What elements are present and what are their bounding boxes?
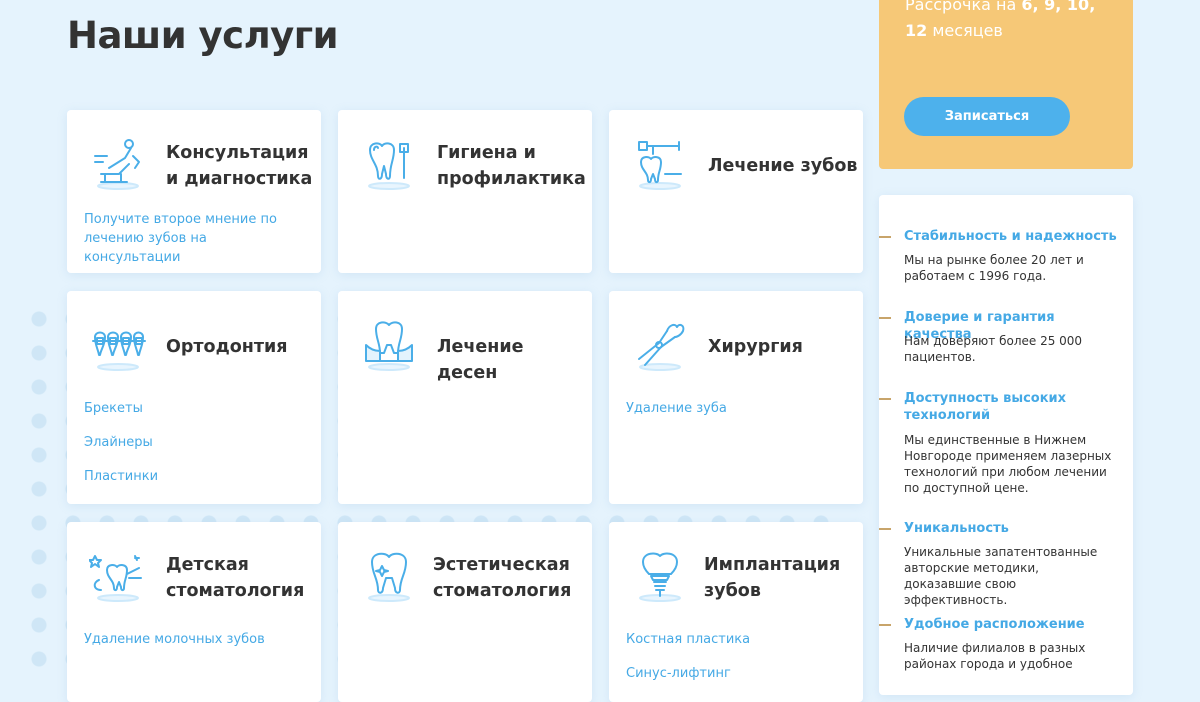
service-card-consultation[interactable]: Консультация и диагностика Получите втор… — [67, 110, 321, 273]
service-links: Брекеты Элайнеры Пластинки — [84, 392, 158, 494]
dash-marker — [879, 317, 891, 319]
service-links: Удаление молочных зубов — [84, 623, 265, 657]
forceps-icon — [631, 315, 689, 373]
service-card-treatment[interactable]: Лечение зубов — [609, 110, 863, 273]
tooth-fairy-icon — [88, 546, 147, 604]
service-title: Лечение десен — [437, 337, 524, 383]
service-title: Хирургия — [708, 337, 803, 357]
braces-icon — [89, 315, 147, 373]
advantages-panel: Стабильность и надежность Мы на рынке бо… — [879, 195, 1133, 695]
dash-marker — [879, 236, 891, 238]
service-card-implant[interactable]: Имплантация зубов Костная пластика Синус… — [609, 522, 863, 702]
service-link[interactable]: Элайнеры — [84, 426, 158, 460]
tooth-brush-icon — [360, 134, 418, 192]
advantage-text: Нам доверяют более 25 000 пациентов. — [904, 334, 1083, 364]
dash-marker — [879, 624, 891, 626]
service-link[interactable]: Удаление зуба — [626, 392, 727, 426]
sparkle-tooth-icon — [360, 546, 418, 604]
service-title: Эстетическая стоматология — [433, 555, 572, 601]
service-card-hygiene[interactable]: Гигиена и профилактика — [338, 110, 592, 273]
service-link[interactable]: Пластинки — [84, 460, 158, 494]
service-description[interactable]: Получите второе мнение по лечению зубов … — [84, 210, 304, 267]
advantage-title: Уникальность — [904, 521, 1009, 536]
implant-icon — [631, 546, 689, 604]
service-card-kids[interactable]: Детская стоматология Удаление молочных з… — [67, 522, 321, 702]
promo-text: Рассрочка на 6, 9, 10, 12 месяцев — [905, 0, 1120, 44]
page-title: Наши услуги — [67, 14, 339, 57]
dental-chair-icon — [89, 134, 147, 192]
promo-prefix: Рассрочка на — [905, 0, 1017, 14]
service-title: Консультация и диагностика — [166, 143, 313, 189]
service-title: Лечение зубов — [708, 156, 858, 176]
service-links: Удаление зуба — [626, 392, 727, 426]
dash-marker — [879, 528, 891, 530]
service-link[interactable]: Костная пластика — [626, 623, 750, 657]
service-title: Гигиена и профилактика — [437, 143, 586, 189]
service-card-gums[interactable]: Лечение десен — [338, 291, 592, 504]
advantage-text: Мы единственные в Нижнем Новгороде приме… — [904, 433, 1112, 495]
advantage-text: Наличие филиалов в разных районах города… — [904, 641, 1086, 671]
signup-button[interactable]: Записаться — [904, 97, 1070, 136]
gum-tooth-icon — [360, 315, 418, 373]
service-link[interactable]: Брекеты — [84, 392, 158, 426]
service-card-orthodontics[interactable]: Ортодонтия Брекеты Элайнеры Пластинки — [67, 291, 321, 504]
advantage-text: Мы на рынке более 20 лет и работаем с 19… — [904, 253, 1084, 283]
advantage-title: Доступность высоких технологий — [904, 391, 1067, 423]
tooth-drill-icon — [631, 134, 689, 192]
advantage-title: Удобное расположение — [904, 617, 1085, 632]
service-card-aesthetic[interactable]: Эстетическая стоматология — [338, 522, 592, 702]
service-title: Ортодонтия — [166, 337, 288, 357]
dash-marker — [879, 398, 891, 400]
service-link[interactable]: Синус-лифтинг — [626, 657, 750, 691]
service-title: Имплантация зубов — [704, 555, 841, 601]
promo-suffix: месяцев — [932, 21, 1003, 40]
service-links: Костная пластика Синус-лифтинг — [626, 623, 750, 691]
installment-promo: Рассрочка на 6, 9, 10, 12 месяцев Записа… — [879, 0, 1133, 169]
service-link[interactable]: Удаление молочных зубов — [84, 623, 265, 657]
advantage-title: Стабильность и надежность — [904, 229, 1117, 244]
service-card-surgery[interactable]: Хирургия Удаление зуба — [609, 291, 863, 504]
service-title: Детская стоматология — [166, 555, 305, 601]
advantage-text: Уникальные запатентованные авторские мет… — [904, 545, 1098, 607]
